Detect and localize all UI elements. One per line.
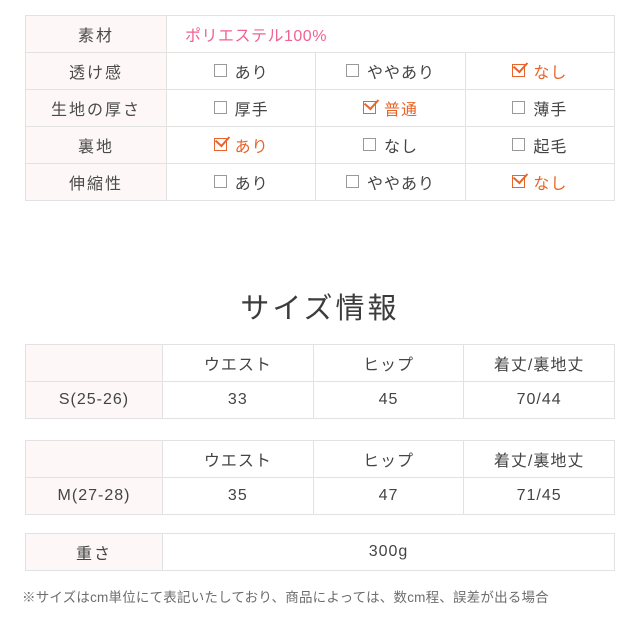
option-label: 普通: [383, 102, 418, 119]
checkbox-option[interactable]: ややあり: [345, 170, 435, 194]
spec-row-label: 生地の厚さ: [25, 89, 167, 127]
spec-option-cell[interactable]: なし: [315, 126, 466, 164]
table-row: ウエスト ヒップ 着丈/裏地丈: [25, 344, 615, 382]
option-label: あり: [234, 176, 269, 193]
checkbox-icon: [512, 100, 526, 114]
spec-row-label: 透け感: [25, 52, 167, 90]
checkbox-icon: [362, 137, 376, 151]
checkbox-icon: [345, 174, 359, 188]
checkbox-option[interactable]: あり: [213, 59, 269, 83]
size-value-length: 70/44: [463, 381, 615, 419]
spec-option-cell[interactable]: あり: [165, 52, 317, 90]
table-row: S(25-26) 33 45 70/44: [25, 381, 615, 419]
spec-option-cell[interactable]: ややあり: [315, 163, 466, 201]
checkbox-option-checked[interactable]: 普通: [362, 96, 418, 120]
option-label: なし: [533, 176, 568, 193]
option-label: 薄手: [533, 102, 568, 119]
option-label: 起毛: [533, 139, 568, 156]
weight-value: 300g: [162, 533, 615, 571]
column-header-length: 着丈/裏地丈: [463, 440, 615, 478]
checkbox-checked-icon: [362, 100, 376, 114]
spec-option-cell[interactable]: なし: [464, 163, 616, 201]
option-label: ややあり: [366, 176, 435, 193]
checkbox-option[interactable]: あり: [213, 170, 269, 194]
spec-row-label: 伸縮性: [25, 163, 167, 201]
option-label: なし: [533, 65, 568, 82]
table-row: 裏地 あり なし 起毛: [25, 126, 616, 164]
material-value: ポリエステル100%: [166, 15, 615, 53]
size-value-hip: 47: [312, 477, 465, 515]
checkbox-checked-icon: [213, 137, 227, 151]
spec-option-cell[interactable]: あり: [165, 163, 317, 201]
spec-option-cell[interactable]: 起毛: [464, 126, 616, 164]
checkbox-option[interactable]: ややあり: [345, 59, 435, 83]
size-value-waist: 33: [162, 381, 314, 419]
size-table-corner: [25, 440, 163, 478]
size-value-waist: 35: [162, 477, 314, 515]
column-header-waist: ウエスト: [162, 344, 314, 382]
spec-option-cell[interactable]: ややあり: [315, 52, 466, 90]
size-table-s: ウエスト ヒップ 着丈/裏地丈 S(25-26) 33 45 70/44: [25, 344, 615, 419]
table-row: 重さ 300g: [25, 533, 615, 571]
option-label: あり: [234, 65, 269, 82]
option-label: ややあり: [366, 65, 435, 82]
checkbox-option-checked[interactable]: あり: [213, 133, 269, 157]
size-section-heading: サイズ情報: [240, 293, 400, 325]
table-row: 透け感 あり ややあり なし: [25, 52, 616, 90]
checkbox-option-checked[interactable]: なし: [512, 170, 567, 194]
size-value-hip: 45: [312, 381, 465, 419]
spec-row-label: 素材: [25, 15, 167, 53]
checkbox-option[interactable]: 厚手: [213, 96, 269, 120]
size-table-m: ウエスト ヒップ 着丈/裏地丈 M(27-28) 35 47 71/45: [25, 440, 615, 515]
checkbox-option-checked[interactable]: なし: [512, 59, 567, 83]
size-row-label: M(27-28): [25, 477, 163, 515]
column-header-hip: ヒップ: [312, 344, 465, 382]
checkbox-option[interactable]: なし: [362, 133, 418, 157]
option-label: あり: [234, 139, 269, 156]
checkbox-icon: [213, 63, 227, 77]
table-row: 伸縮性 あり ややあり なし: [25, 163, 616, 201]
option-label: なし: [383, 139, 418, 156]
table-row: ウエスト ヒップ 着丈/裏地丈: [25, 440, 615, 478]
spec-row-label: 裏地: [25, 126, 167, 164]
size-row-label: S(25-26): [25, 381, 163, 419]
size-note: ※サイズはcm単位にて表記いたしており、商品によっては、数cm程、誤差が出る場合: [22, 590, 549, 605]
table-row: 素材 ポリエステル100%: [25, 15, 615, 53]
checkbox-checked-icon: [512, 174, 526, 188]
table-row: M(27-28) 35 47 71/45: [25, 477, 615, 515]
spec-option-cell[interactable]: 薄手: [464, 89, 616, 127]
spec-option-cell[interactable]: あり: [165, 126, 317, 164]
table-row: 生地の厚さ 厚手 普通 薄手: [25, 89, 616, 127]
checkbox-checked-icon: [512, 63, 526, 77]
checkbox-option[interactable]: 起毛: [512, 133, 567, 157]
checkbox-option[interactable]: 薄手: [512, 96, 567, 120]
column-header-hip: ヒップ: [312, 440, 465, 478]
weight-table: 重さ 300g: [25, 533, 615, 571]
size-value-length: 71/45: [463, 477, 615, 515]
spec-option-cell[interactable]: なし: [464, 52, 616, 90]
column-header-length: 着丈/裏地丈: [463, 344, 615, 382]
checkbox-icon: [512, 137, 526, 151]
option-label: 厚手: [234, 102, 269, 119]
column-header-waist: ウエスト: [162, 440, 314, 478]
size-table-corner: [25, 344, 163, 382]
checkbox-icon: [213, 100, 227, 114]
spec-option-cell[interactable]: 厚手: [165, 89, 317, 127]
checkbox-icon: [345, 63, 359, 77]
material-spec-table: 素材 ポリエステル100% 透け感 あり ややあり なし 生地の厚さ 厚手 普通…: [25, 15, 616, 201]
checkbox-icon: [213, 174, 227, 188]
product-spec-page: 素材 ポリエステル100% 透け感 あり ややあり なし 生地の厚さ 厚手 普通…: [0, 0, 640, 640]
weight-label: 重さ: [25, 533, 163, 571]
spec-option-cell[interactable]: 普通: [315, 89, 466, 127]
